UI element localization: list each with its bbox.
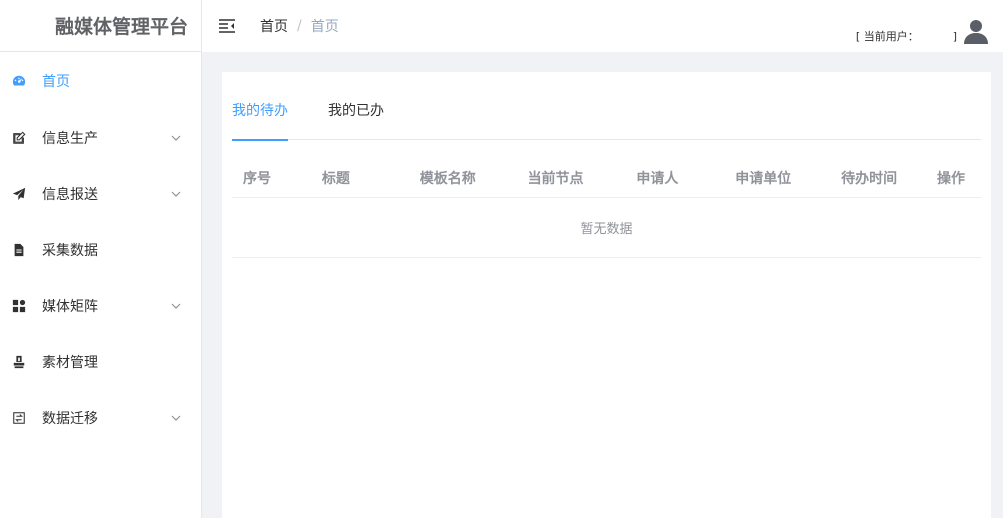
- chevron-down-icon: [171, 413, 181, 423]
- todo-table: 序号 标题 模板名称 当前节点 申请人 申请单位 待办时间 操作 暂无数据: [232, 158, 981, 258]
- sidebar-item-home[interactable]: 首页: [0, 52, 201, 110]
- tab-my-done[interactable]: 我的已办: [328, 100, 384, 140]
- sidebar-item-data-migration[interactable]: 数据迁移: [0, 390, 201, 446]
- column-header: 申请单位: [735, 170, 792, 187]
- sidebar-item-label: 信息生产: [42, 131, 98, 147]
- table-empty-text: 暂无数据: [232, 198, 981, 258]
- column-header: 申请人: [636, 170, 679, 187]
- grid-icon: [12, 299, 26, 313]
- sidebar-item-info-report[interactable]: 信息报送: [0, 166, 201, 222]
- column-header: 序号: [242, 170, 271, 187]
- user-area: [ 当前用户：]: [856, 12, 989, 44]
- breadcrumb-separator: /: [297, 18, 302, 34]
- current-user-prefix: [ 当前用户：: [855, 30, 919, 43]
- dashboard-icon: [12, 74, 26, 88]
- tab-my-todo[interactable]: 我的待办: [232, 100, 288, 141]
- app-root: 融媒体管理平台 首页 信息生产 信息报送 采集数据 媒体矩阵 素材管理 数据迁移…: [0, 0, 1003, 518]
- edit-icon: [12, 131, 26, 145]
- sidebar-item-media-matrix[interactable]: 媒体矩阵: [0, 278, 201, 334]
- breadcrumb-home[interactable]: 首页: [260, 16, 288, 36]
- sidebar-item-label: 采集数据: [42, 243, 98, 259]
- sidebar-menu: 首页 信息生产 信息报送 采集数据 媒体矩阵 素材管理 数据迁移: [0, 52, 201, 446]
- table-header: 序号 标题 模板名称 当前节点 申请人 申请单位 待办时间 操作: [232, 158, 981, 198]
- tabs: 我的待办 我的已办: [232, 100, 981, 141]
- chevron-down-icon: [171, 133, 181, 143]
- column-header: 待办时间: [841, 170, 898, 187]
- current-user-label: [ 当前用户：]: [856, 28, 957, 44]
- sidebar-item-label: 首页: [42, 74, 70, 90]
- sidebar: 融媒体管理平台 首页 信息生产 信息报送 采集数据 媒体矩阵 素材管理 数据迁移: [0, 0, 202, 518]
- sidebar-item-label: 媒体矩阵: [42, 299, 98, 315]
- sidebar-item-label: 数据迁移: [42, 411, 98, 427]
- sidebar-item-label: 素材管理: [42, 355, 98, 371]
- chevron-down-icon: [171, 301, 181, 311]
- collapse-menu-icon[interactable]: [218, 17, 236, 35]
- sidebar-item-collect-data[interactable]: 采集数据: [0, 222, 201, 278]
- main-content: 我的待办 我的已办 序号 标题 模板名称 当前节点 申请人 申请单位 待办时间 …: [202, 52, 1003, 518]
- todo-card: 我的待办 我的已办 序号 标题 模板名称 当前节点 申请人 申请单位 待办时间 …: [222, 72, 991, 518]
- sidebar-item-material[interactable]: 素材管理: [0, 334, 201, 390]
- app-title: 融媒体管理平台: [0, 0, 201, 52]
- column-header: 模板名称: [419, 170, 476, 187]
- column-header: 标题: [321, 170, 350, 187]
- user-avatar-icon[interactable]: [963, 18, 989, 44]
- stamp-icon: [12, 355, 26, 369]
- breadcrumb-current: 首页: [310, 19, 339, 35]
- top-header: 首页 / 首页 [ 当前用户：]: [202, 0, 1003, 52]
- sidebar-item-label: 信息报送: [42, 187, 98, 203]
- chevron-down-icon: [171, 189, 181, 199]
- sidebar-item-info-production[interactable]: 信息生产: [0, 110, 201, 166]
- send-icon: [12, 187, 26, 201]
- column-header: 当前节点: [527, 170, 584, 187]
- transfer-icon: [12, 411, 26, 425]
- current-user-suffix: ]: [952, 30, 957, 43]
- document-icon: [12, 243, 26, 257]
- column-header: 操作: [937, 170, 966, 187]
- breadcrumb: 首页 / 首页: [260, 16, 339, 36]
